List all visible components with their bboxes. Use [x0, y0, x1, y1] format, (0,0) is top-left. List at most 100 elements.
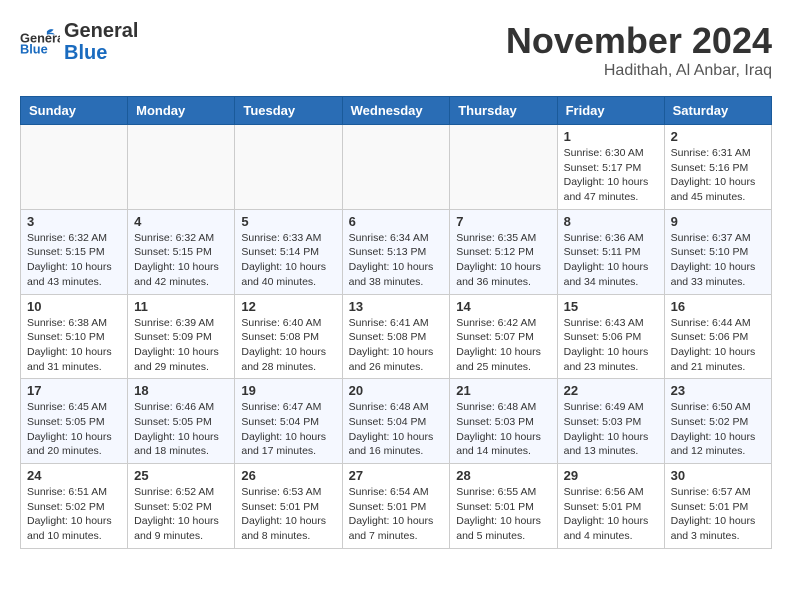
day-number: 3	[27, 214, 121, 229]
day-info: Sunrise: 6:51 AM Sunset: 5:02 PM Dayligh…	[27, 485, 121, 544]
day-info: Sunrise: 6:52 AM Sunset: 5:02 PM Dayligh…	[134, 485, 228, 544]
day-info: Sunrise: 6:46 AM Sunset: 5:05 PM Dayligh…	[134, 400, 228, 459]
calendar-cell: 21 Sunrise: 6:48 AM Sunset: 5:03 PM Dayli…	[450, 379, 557, 464]
calendar-cell: 17Sunrise: 6:45 AM Sunset: 5:05 PM Dayli…	[21, 379, 128, 464]
calendar-cell: 23 Sunrise: 6:50 AM Sunset: 5:02 PM Dayli…	[664, 379, 771, 464]
calendar-week-row: 3 Sunrise: 6:32 AM Sunset: 5:15 PM Daylig…	[21, 209, 772, 294]
calendar-cell: 22 Sunrise: 6:49 AM Sunset: 5:03 PM Dayli…	[557, 379, 664, 464]
day-number: 23	[671, 383, 765, 398]
calendar-week-row: 10 Sunrise: 6:38 AM Sunset: 5:10 PM Dayli…	[21, 294, 772, 379]
logo-text-block: General Blue	[64, 20, 138, 64]
logo-general: General	[64, 20, 138, 42]
calendar-cell: 29Sunrise: 6:56 AM Sunset: 5:01 PM Dayli…	[557, 464, 664, 549]
day-info: Sunrise: 6:55 AM Sunset: 5:01 PM Dayligh…	[456, 485, 550, 544]
day-info: Sunrise: 6:37 AM Sunset: 5:10 PM Dayligh…	[671, 231, 765, 290]
calendar-cell: 7 Sunrise: 6:35 AM Sunset: 5:12 PM Daylig…	[450, 209, 557, 294]
day-number: 13	[349, 299, 444, 314]
day-info: Sunrise: 6:41 AM Sunset: 5:08 PM Dayligh…	[349, 316, 444, 375]
day-info: Sunrise: 6:54 AM Sunset: 5:01 PM Dayligh…	[349, 485, 444, 544]
calendar-header-row: SundayMondayTuesdayWednesdayThursdayFrid…	[21, 97, 772, 125]
day-number: 4	[134, 214, 228, 229]
day-number: 21	[456, 383, 550, 398]
weekday-header: Monday	[128, 97, 235, 125]
calendar-cell: 25 Sunrise: 6:52 AM Sunset: 5:02 PM Dayli…	[128, 464, 235, 549]
svg-text:Blue: Blue	[20, 42, 48, 57]
day-info: Sunrise: 6:33 AM Sunset: 5:14 PM Dayligh…	[241, 231, 335, 290]
day-number: 18	[134, 383, 228, 398]
day-number: 26	[241, 468, 335, 483]
calendar-cell: 9 Sunrise: 6:37 AM Sunset: 5:10 PM Daylig…	[664, 209, 771, 294]
day-number: 30	[671, 468, 765, 483]
day-info: Sunrise: 6:42 AM Sunset: 5:07 PM Dayligh…	[456, 316, 550, 375]
day-number: 1	[564, 129, 658, 144]
calendar-cell: 6 Sunrise: 6:34 AM Sunset: 5:13 PM Daylig…	[342, 209, 450, 294]
day-info: Sunrise: 6:39 AM Sunset: 5:09 PM Dayligh…	[134, 316, 228, 375]
weekday-header: Tuesday	[235, 97, 342, 125]
day-number: 25	[134, 468, 228, 483]
calendar-cell: 26 Sunrise: 6:53 AM Sunset: 5:01 PM Dayli…	[235, 464, 342, 549]
weekday-header: Saturday	[664, 97, 771, 125]
logo-icon: General Blue	[20, 27, 60, 57]
day-number: 6	[349, 214, 444, 229]
day-info: Sunrise: 6:44 AM Sunset: 5:06 PM Dayligh…	[671, 316, 765, 375]
calendar-cell	[21, 125, 128, 210]
day-number: 5	[241, 214, 335, 229]
calendar-cell: 4Sunrise: 6:32 AM Sunset: 5:15 PM Daylig…	[128, 209, 235, 294]
calendar-cell: 20 Sunrise: 6:48 AM Sunset: 5:04 PM Dayli…	[342, 379, 450, 464]
calendar-cell	[235, 125, 342, 210]
day-info: Sunrise: 6:48 AM Sunset: 5:04 PM Dayligh…	[349, 400, 444, 459]
day-number: 15	[564, 299, 658, 314]
day-info: Sunrise: 6:31 AM Sunset: 5:16 PM Dayligh…	[671, 146, 765, 205]
calendar-week-row: 1 Sunrise: 6:30 AM Sunset: 5:17 PM Daylig…	[21, 125, 772, 210]
calendar-week-row: 24 Sunrise: 6:51 AM Sunset: 5:02 PM Dayli…	[21, 464, 772, 549]
calendar-table: SundayMondayTuesdayWednesdayThursdayFrid…	[20, 96, 772, 549]
day-number: 24	[27, 468, 121, 483]
day-number: 29	[564, 468, 658, 483]
day-number: 8	[564, 214, 658, 229]
calendar-cell: 11 Sunrise: 6:39 AM Sunset: 5:09 PM Dayli…	[128, 294, 235, 379]
calendar-week-row: 17Sunrise: 6:45 AM Sunset: 5:05 PM Dayli…	[21, 379, 772, 464]
day-info: Sunrise: 6:47 AM Sunset: 5:04 PM Dayligh…	[241, 400, 335, 459]
calendar-cell: 18 Sunrise: 6:46 AM Sunset: 5:05 PM Dayli…	[128, 379, 235, 464]
day-number: 2	[671, 129, 765, 144]
day-number: 11	[134, 299, 228, 314]
day-info: Sunrise: 6:32 AM Sunset: 5:15 PM Dayligh…	[27, 231, 121, 290]
day-number: 10	[27, 299, 121, 314]
day-number: 14	[456, 299, 550, 314]
calendar-cell: 13 Sunrise: 6:41 AM Sunset: 5:08 PM Dayli…	[342, 294, 450, 379]
calendar-cell: 14 Sunrise: 6:42 AM Sunset: 5:07 PM Dayli…	[450, 294, 557, 379]
month-title: November 2024	[506, 20, 772, 62]
day-info: Sunrise: 6:49 AM Sunset: 5:03 PM Dayligh…	[564, 400, 658, 459]
calendar-cell: 10 Sunrise: 6:38 AM Sunset: 5:10 PM Dayli…	[21, 294, 128, 379]
weekday-header: Wednesday	[342, 97, 450, 125]
calendar-cell: 16 Sunrise: 6:44 AM Sunset: 5:06 PM Dayli…	[664, 294, 771, 379]
day-number: 22	[564, 383, 658, 398]
calendar-cell: 28 Sunrise: 6:55 AM Sunset: 5:01 PM Dayli…	[450, 464, 557, 549]
day-number: 7	[456, 214, 550, 229]
day-number: 20	[349, 383, 444, 398]
day-info: Sunrise: 6:40 AM Sunset: 5:08 PM Dayligh…	[241, 316, 335, 375]
day-info: Sunrise: 6:50 AM Sunset: 5:02 PM Dayligh…	[671, 400, 765, 459]
day-info: Sunrise: 6:48 AM Sunset: 5:03 PM Dayligh…	[456, 400, 550, 459]
weekday-header: Friday	[557, 97, 664, 125]
day-number: 9	[671, 214, 765, 229]
calendar-cell: 1 Sunrise: 6:30 AM Sunset: 5:17 PM Daylig…	[557, 125, 664, 210]
calendar-cell: 3 Sunrise: 6:32 AM Sunset: 5:15 PM Daylig…	[21, 209, 128, 294]
calendar-cell	[450, 125, 557, 210]
day-number: 27	[349, 468, 444, 483]
day-number: 16	[671, 299, 765, 314]
day-info: Sunrise: 6:34 AM Sunset: 5:13 PM Dayligh…	[349, 231, 444, 290]
day-info: Sunrise: 6:53 AM Sunset: 5:01 PM Dayligh…	[241, 485, 335, 544]
calendar-cell: 30Sunrise: 6:57 AM Sunset: 5:01 PM Dayli…	[664, 464, 771, 549]
day-info: Sunrise: 6:38 AM Sunset: 5:10 PM Dayligh…	[27, 316, 121, 375]
logo: General Blue General Blue	[20, 20, 138, 64]
day-info: Sunrise: 6:30 AM Sunset: 5:17 PM Dayligh…	[564, 146, 658, 205]
calendar-cell: 2 Sunrise: 6:31 AM Sunset: 5:16 PM Daylig…	[664, 125, 771, 210]
day-number: 28	[456, 468, 550, 483]
calendar-cell: 27 Sunrise: 6:54 AM Sunset: 5:01 PM Dayli…	[342, 464, 450, 549]
calendar-cell: 15Sunrise: 6:43 AM Sunset: 5:06 PM Dayli…	[557, 294, 664, 379]
calendar-cell	[342, 125, 450, 210]
day-info: Sunrise: 6:35 AM Sunset: 5:12 PM Dayligh…	[456, 231, 550, 290]
calendar-cell: 24 Sunrise: 6:51 AM Sunset: 5:02 PM Dayli…	[21, 464, 128, 549]
day-number: 17	[27, 383, 121, 398]
